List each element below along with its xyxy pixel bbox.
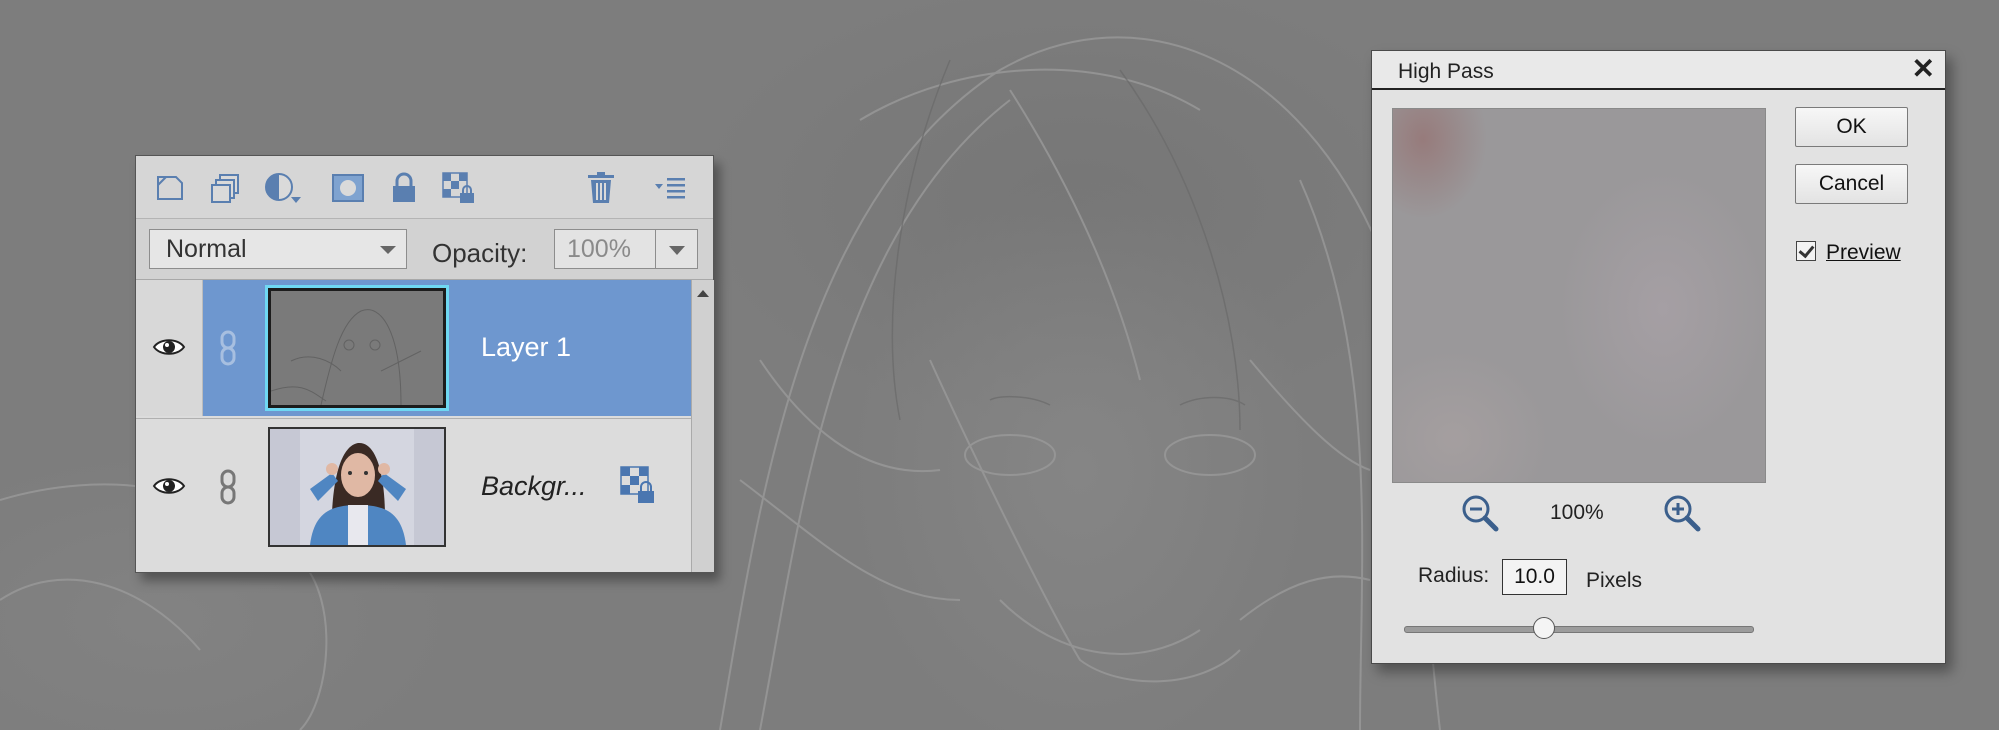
blend-mode-value: Normal (166, 235, 247, 263)
layer-thumbnail[interactable] (268, 427, 446, 547)
preview-checkbox[interactable] (1796, 241, 1816, 261)
lock-transparent-icon[interactable] (439, 170, 479, 206)
new-layer-icon[interactable] (150, 170, 190, 206)
eye-icon[interactable] (152, 335, 186, 364)
layer-row-layer-1[interactable]: Layer 1 (136, 280, 691, 416)
opacity-dropdown-button[interactable] (656, 229, 698, 269)
layers-toolbar (136, 156, 713, 219)
link-chain-icon[interactable] (219, 469, 237, 510)
zoom-level: 100% (1550, 501, 1604, 524)
layer-name[interactable]: Layer 1 (481, 332, 571, 363)
opacity-label: Opacity: (432, 238, 528, 268)
radius-slider[interactable] (1404, 626, 1754, 633)
zoom-out-icon[interactable] (1460, 493, 1500, 538)
ok-button[interactable]: OK (1795, 107, 1908, 147)
high-pass-dialog: High Pass ✕ 100% Radius: 10.0 Pixels OK … (1371, 50, 1946, 664)
dialog-title: High Pass (1398, 60, 1494, 83)
dialog-title-bar[interactable]: High Pass ✕ (1372, 51, 1945, 90)
zoom-controls: 100% (1392, 491, 1766, 532)
scroll-up-arrow-icon[interactable] (697, 290, 709, 297)
layer-row-background[interactable]: Backgr... (136, 418, 691, 555)
eye-icon[interactable] (152, 474, 186, 503)
zoom-in-icon[interactable] (1662, 493, 1702, 538)
lock-icon (619, 465, 657, 510)
opacity-input[interactable]: 100% (554, 229, 656, 269)
radius-slider-thumb[interactable] (1533, 617, 1555, 639)
layer-mask-icon[interactable] (328, 170, 368, 206)
cancel-button[interactable]: Cancel (1795, 164, 1908, 204)
layers-scrollbar[interactable] (691, 280, 714, 572)
visibility-column (136, 419, 202, 555)
chevron-down-icon (380, 246, 396, 254)
layer-name[interactable]: Backgr... (481, 471, 587, 502)
chevron-down-icon (669, 246, 685, 255)
delete-layer-icon[interactable] (581, 170, 621, 206)
panel-menu-icon[interactable] (651, 170, 691, 206)
filter-preview[interactable] (1392, 108, 1766, 483)
close-icon[interactable]: ✕ (1912, 55, 1935, 83)
radius-label: Radius: (1418, 564, 1490, 587)
visibility-column (136, 280, 203, 416)
radius-unit-label: Pixels (1586, 569, 1643, 592)
layer-thumbnail[interactable] (265, 285, 449, 411)
preview-label[interactable]: Preview (1826, 241, 1901, 265)
link-chain-icon[interactable] (219, 330, 237, 371)
blend-mode-select[interactable]: Normal (149, 229, 407, 269)
layer-options-bar: Normal Opacity: 100% (136, 219, 713, 280)
radius-input[interactable]: 10.0 (1502, 559, 1567, 595)
lock-all-icon[interactable] (384, 170, 424, 206)
adjustment-layer-icon[interactable] (263, 170, 303, 206)
duplicate-layer-icon[interactable] (206, 170, 246, 206)
layers-panel: Normal Opacity: 100% Layer 1 Backgr... (135, 155, 714, 573)
